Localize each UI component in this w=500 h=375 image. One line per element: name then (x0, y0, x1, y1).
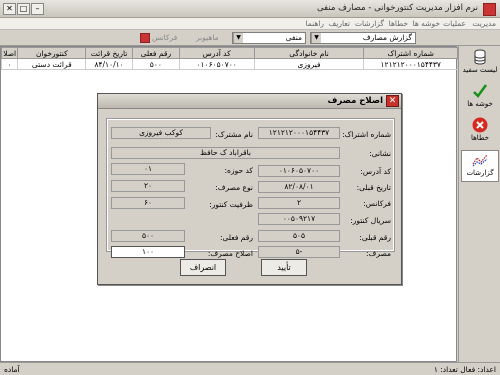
field-current-reading: ۵۰۰ (111, 230, 185, 242)
correct-consumption-input[interactable]: ۱۰۰ (111, 246, 185, 258)
label-consumption: مصرف: (366, 249, 391, 258)
field-subscription: ۱۲۱۲۱۲۰۰۰۱۵۴۴۳۷ (258, 127, 340, 139)
sidebar-item-label: خطاها (470, 134, 490, 142)
cancel-button[interactable]: انصراف (180, 259, 226, 276)
cell-correction: ۰ (0, 58, 19, 70)
label-subscriber-name: نام مشترک: (215, 130, 253, 139)
menu-help[interactable]: راهنما (305, 19, 324, 28)
close-window-button[interactable]: ✕ (3, 3, 16, 15)
dialog-title: اصلاح مصرف (327, 96, 383, 106)
cell-reader: قرائت دستی (17, 58, 87, 70)
field-subscriber-name: کوکب فیروزی (111, 127, 211, 139)
disabled-label-mahiuber: ماهیوبر (196, 33, 219, 42)
label-subscription: شماره اشتراک: (342, 130, 391, 139)
col-read-date[interactable]: تاریخ قرائت (85, 47, 133, 59)
status-text-right: اعداد: فعال تعداد: ۱ (433, 365, 496, 374)
label-zone-code: کد حوزه: (224, 166, 253, 175)
field-meter-serial: ۰۰۵۰۹۲۱۷ (258, 213, 340, 225)
field-zone-code: ۰۱ (111, 163, 185, 175)
sidebar-item-label: خوشه ها (467, 100, 493, 108)
label-prev-reading: رقم قبلی: (359, 233, 391, 242)
col-family-name[interactable]: نام خانوادگی (253, 47, 365, 59)
label-address: نشانی: (369, 149, 391, 158)
dialog-title-bar: اصلاح مصرف ✕ (98, 94, 401, 109)
table-header-row: شماره اشتراک نام خانوادگی کد آدرس رقم فع… (0, 47, 458, 59)
maximize-window-button[interactable]: □ (17, 3, 30, 15)
field-consumption: -۵ (258, 246, 340, 258)
error-icon (472, 117, 488, 133)
status-text-left: آماده (4, 365, 20, 374)
cell-subscription: ۱۲۱۲۱۲۰۰۰۱۵۴۴۳۷ (363, 58, 458, 70)
correct-consumption-dialog: اصلاح مصرف ✕ شماره اشتراک: ۱۲۱۲۱۲۰۰۰۱۵۴۴… (97, 93, 402, 285)
menu-reports[interactable]: گزارشات (355, 19, 384, 28)
col-subscription[interactable]: شماره اشتراک (363, 47, 458, 59)
chevron-down-icon: ▼ (233, 33, 243, 43)
col-address-code[interactable]: کد آدرس (178, 47, 255, 59)
field-prev-reading: ۵۰۵ (258, 230, 340, 242)
field-usage-type: ۲۰ (111, 180, 185, 192)
label-current-reading: رقم فعلی: (219, 233, 253, 242)
title-bar: ✕ □ – نرم افزار مدیریت کنتورخوانی - مصار… (0, 0, 500, 18)
report-type-select[interactable]: گزارش مصارف ▼ (310, 32, 416, 44)
field-frequency: ۲ (258, 197, 340, 209)
main-window: ✕ □ – نرم افزار مدیریت کنتورخوانی - مصار… (0, 0, 500, 375)
sidebar-item-clusters[interactable]: خوشه ها (461, 82, 499, 114)
app-icon (483, 3, 496, 16)
menu-errors[interactable]: خطاها (389, 19, 408, 28)
toolbar-pdf-icon[interactable] (140, 33, 150, 43)
line-chart-icon (472, 154, 488, 167)
confirm-button[interactable]: تأیید (261, 259, 307, 276)
toolbar: گزارش مصارف ▼ منفی ▼ ماهیوبر فرکانس (0, 31, 500, 46)
menu-bar: مدیریت عملیات خوشه ها خطاها گزارشات تعار… (0, 18, 500, 30)
field-meter-capacity: ۶۰ (111, 197, 185, 209)
report-type-value: گزارش مصارف (362, 33, 412, 42)
col-current-reading[interactable]: رقم فعلی (131, 47, 180, 59)
filter-value: منفی (285, 33, 302, 42)
field-address: باقراباد ک حافظ (111, 147, 340, 159)
filter-select[interactable]: منفی ▼ (232, 32, 306, 44)
label-address-code: کد آدرس: (360, 167, 391, 176)
label-frequency: فرکانس: (363, 199, 391, 208)
sidebar-item-label: لیست سفید (462, 66, 498, 74)
chevron-down-icon: ▼ (311, 33, 321, 43)
cell-read-date: ۸۴/۱۰/۱۰ (85, 58, 133, 70)
dialog-close-button[interactable]: ✕ (386, 95, 399, 107)
results-table: شماره اشتراک نام خانوادگی کد آدرس رقم فع… (0, 47, 458, 70)
menu-clusters[interactable]: خوشه ها (413, 19, 440, 28)
sidebar: لیست سفید خوشه ها خطاها گزارشات (458, 46, 500, 362)
label-usage-type: نوع مصرف: (215, 183, 253, 192)
sidebar-item-reports[interactable]: گزارشات (461, 150, 499, 182)
field-address-code: ۰۱۰۶۰۵۰۷۰۰ (258, 165, 340, 177)
label-meter-serial: سریال کنتور: (350, 216, 391, 225)
cell-current-reading: ۵۰۰ (131, 58, 180, 70)
label-prev-date: تاریخ قبلی: (356, 183, 391, 192)
window-title: نرم افزار مدیریت کنتورخوانی - مصارف منفی (316, 3, 478, 13)
menu-definitions[interactable]: تعاریف (329, 19, 350, 28)
menu-operations[interactable]: عملیات (443, 19, 466, 28)
database-icon (474, 49, 486, 65)
label-meter-capacity: ظرفیت کنتور: (209, 200, 253, 209)
field-prev-date: ۸۲/۰۸/۰۱ (258, 181, 340, 193)
cell-family-name: فیروزی (253, 58, 365, 70)
dialog-fields-panel: شماره اشتراک: ۱۲۱۲۱۲۰۰۰۱۵۴۴۳۷ نام مشترک:… (106, 118, 395, 258)
checkmark-icon (473, 84, 488, 98)
cell-address-code: ۰۱۰۶۰۵۰۷۰۰ (178, 58, 255, 70)
table-row[interactable]: ۱۲۱۲۱۲۰۰۰۱۵۴۴۳۷ فیروزی ۰۱۰۶۰۵۰۷۰۰ ۵۰۰ ۸۴… (0, 58, 458, 70)
minimize-window-button[interactable]: – (31, 3, 44, 15)
col-reader[interactable]: کنتورخوان (17, 47, 87, 59)
menu-management[interactable]: مدیریت (472, 19, 496, 28)
sidebar-item-label: گزارشات (466, 169, 494, 177)
sidebar-item-whitelist[interactable]: لیست سفید (461, 48, 499, 80)
label-correct-consumption: اصلاح مصرف: (207, 249, 253, 258)
disabled-label-frequency: فرکانس (152, 33, 178, 42)
col-correction[interactable]: اصلا (0, 47, 19, 59)
sidebar-item-errors[interactable]: خطاها (461, 116, 499, 148)
status-bar: آماده اعداد: فعال تعداد: ۱ (0, 362, 500, 375)
